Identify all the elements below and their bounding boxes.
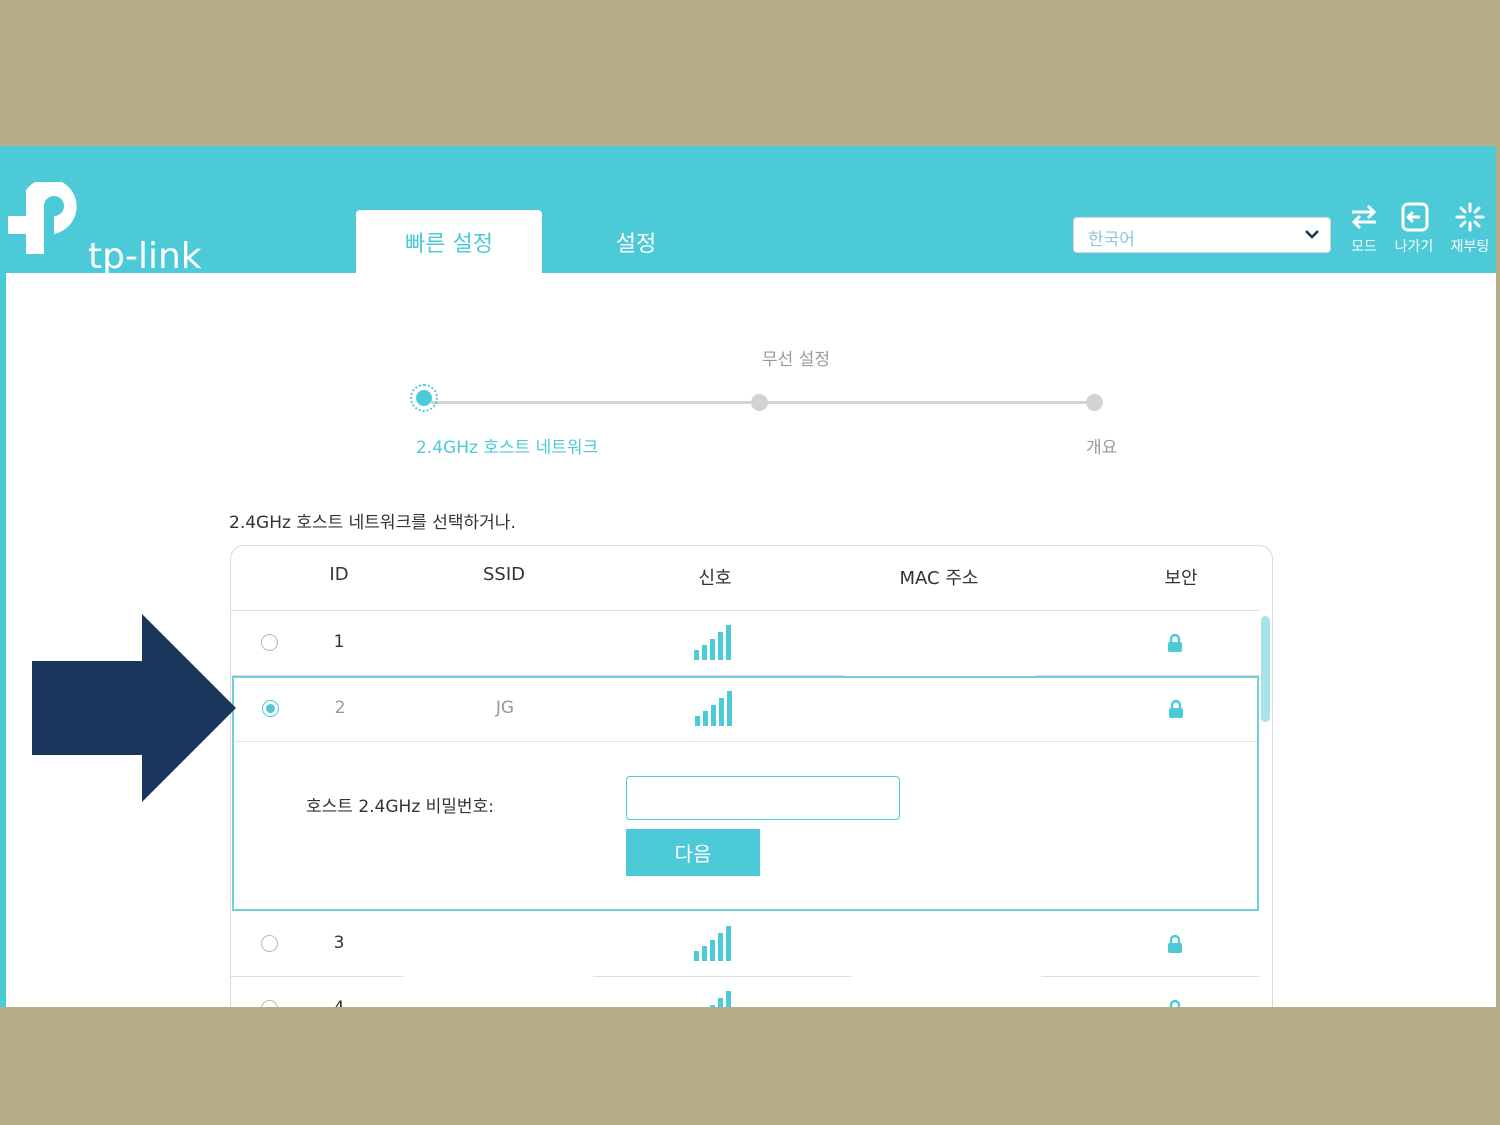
row-id: 3 [333,933,345,953]
column-header-ssid: SSID [482,564,526,585]
reboot-label: 재부팅 [1450,239,1490,255]
tab-quick-setup-label: 빠른 설정 [405,231,493,257]
reboot-button[interactable]: 재부팅 [1442,202,1496,256]
tab-settings-label: 설정 [615,231,657,257]
progress-step-summary: 개요 [1086,438,1118,458]
progress-step-wireless: 무선 설정 [762,350,830,370]
column-header-security: 보안 [1164,568,1198,589]
row-divider [234,741,1257,742]
signal-strength-icon [695,691,732,726]
row-divider [593,976,851,977]
mode-switch-icon [1351,204,1377,230]
brand-name: tp-link [88,236,202,277]
tp-link-logo-icon [8,182,77,254]
row-id: 2 [334,698,346,718]
row-divider [231,976,403,977]
lock-icon [1168,633,1182,652]
lock-icon [1169,699,1183,718]
row-radio[interactable] [261,935,278,952]
logout-icon [1401,202,1429,232]
logout-label: 나가기 [1394,239,1434,255]
next-button[interactable]: 다음 [626,829,760,876]
tab-settings[interactable]: 설정 [543,210,729,273]
signal-strength-icon [710,991,731,1007]
chevron-down-icon [1305,230,1319,239]
tab-quick-setup[interactable]: 빠른 설정 [356,210,542,273]
row-id: 1 [333,632,345,652]
signal-strength-icon [694,625,731,660]
host-network-table: ID SSID 신호 MAC 주소 보안 1 2 JG 호스트 2.4GHz 비… [230,545,1273,1007]
mode-label: 모드 [1351,239,1377,255]
instruction-text: 2.4GHz 호스트 네트워크를 선택하거나. [229,513,516,533]
row-radio[interactable] [261,634,278,651]
tp-link-logo: tp-link [4,182,204,277]
pointer-arrow-icon [32,614,236,802]
column-header-signal: 신호 [698,568,732,589]
row-id: 4 [334,998,345,1007]
signal-strength-icon [694,926,731,961]
row-ssid: JG [495,698,515,718]
reboot-icon [1455,202,1485,232]
mode-button[interactable]: 모드 [1336,202,1392,256]
language-selected-value: 한국어 [1088,230,1135,250]
selected-network-panel: 2 JG 호스트 2.4GHz 비밀번호: 다음 [232,676,1259,911]
header-divider [231,610,1259,611]
router-admin-window: tp-link 빠른 설정 설정 한국어 모드 나가기 재부팅 무선 설정 2.… [0,146,1496,1007]
host-password-label: 호스트 2.4GHz 비밀번호: [306,797,494,817]
row-radio[interactable] [261,1000,278,1007]
language-select[interactable]: 한국어 [1073,217,1331,253]
row-radio-selected[interactable] [262,700,279,717]
table-scrollbar-thumb[interactable] [1261,616,1270,722]
progress-dot-summary [1086,394,1103,411]
progress-step-host-network: 2.4GHz 호스트 네트워크 [416,438,599,458]
column-header-mac: MAC 주소 [899,568,979,589]
row-divider [1041,976,1259,977]
progress-dot-wireless [751,394,768,411]
host-password-input[interactable] [626,776,900,820]
column-header-id: ID [329,564,349,585]
progress-current-dot [416,390,432,406]
lock-icon [1169,999,1181,1007]
lock-icon [1168,934,1182,953]
logout-button[interactable]: 나가기 [1386,202,1442,256]
